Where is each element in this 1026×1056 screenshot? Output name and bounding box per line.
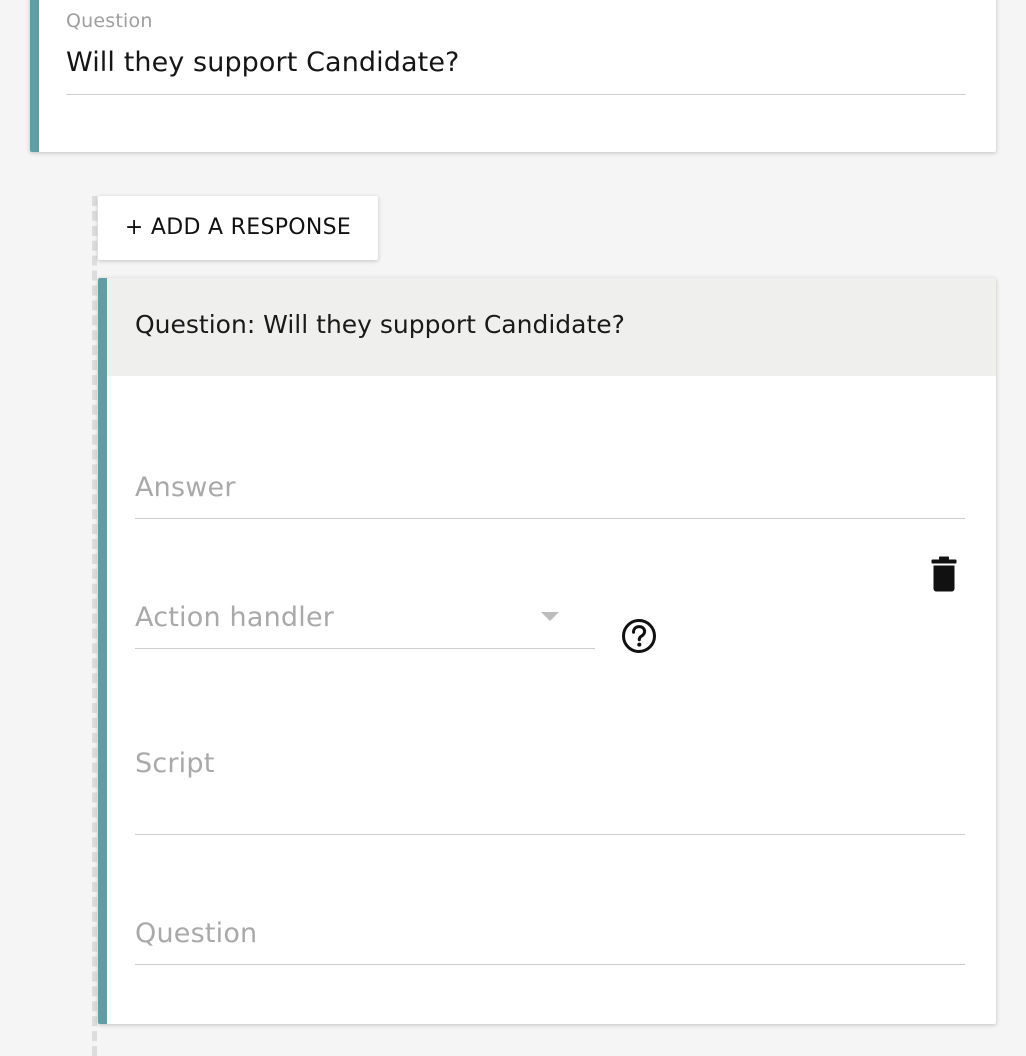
- question-field-value[interactable]: Will they support Candidate?: [66, 47, 459, 78]
- answer-field[interactable]: Answer: [135, 438, 965, 519]
- question-field[interactable]: Question Will they support Candidate?: [66, 8, 966, 95]
- action-handler-placeholder: Action handler: [135, 602, 335, 633]
- script-placeholder: Script: [135, 748, 215, 779]
- caret-down-icon[interactable]: [541, 612, 559, 621]
- trash-icon[interactable]: [931, 556, 957, 592]
- response-card: Question: Will they support Candidate? A…: [98, 278, 996, 1024]
- action-handler-select[interactable]: Action handler: [135, 578, 595, 649]
- response-tree-connector: [92, 196, 97, 1056]
- response-card-title: Question: Will they support Candidate?: [135, 310, 625, 339]
- follow-up-question-field[interactable]: Question: [135, 898, 965, 965]
- script-field[interactable]: Script: [135, 718, 965, 835]
- follow-up-question-placeholder: Question: [135, 918, 258, 949]
- add-response-button[interactable]: + ADD A RESPONSE: [98, 196, 378, 260]
- question-card: Question Will they support Candidate?: [30, 0, 996, 152]
- response-card-header: Question: Will they support Candidate?: [107, 278, 996, 376]
- question-field-label: Question: [66, 10, 153, 32]
- answer-placeholder: Answer: [135, 472, 236, 503]
- help-circle-icon[interactable]: [621, 618, 657, 654]
